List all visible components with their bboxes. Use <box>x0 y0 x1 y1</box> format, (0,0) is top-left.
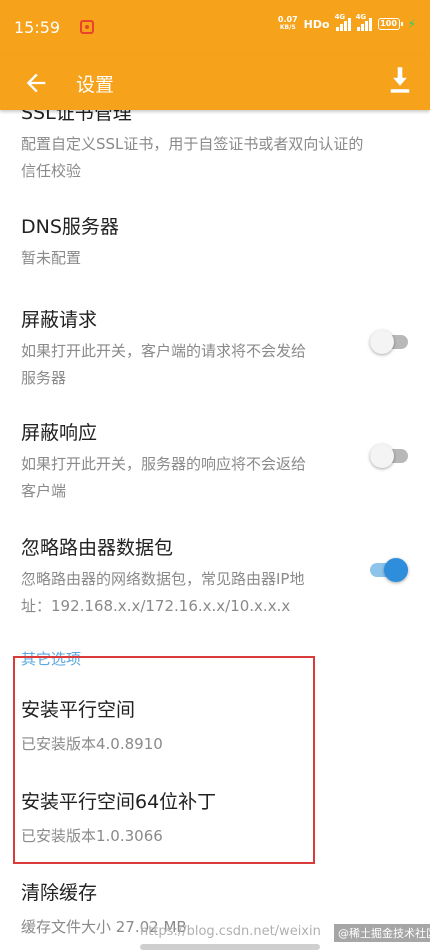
pref-block-requests[interactable]: 屏蔽请求 如果打开此开关，客户端的请求将不会发给 服务器 <box>21 305 306 392</box>
pref-summary-line: 址：192.168.x.x/172.16.x.x/10.x.x.x <box>21 597 291 615</box>
watermark-badge: @稀土掘金技术社区 <box>334 924 430 942</box>
switch-thumb <box>370 330 394 354</box>
page-title: 设置 <box>76 74 115 96</box>
signal-icon-2: 4G <box>356 13 372 31</box>
switch-thumb <box>370 444 394 468</box>
highlight-box <box>13 656 315 864</box>
gesture-bar[interactable] <box>140 944 320 950</box>
pref-summary-line: 忽略路由器的网络数据包，常见路由器IP地 <box>21 570 305 588</box>
battery-level: 100 <box>380 19 397 28</box>
signal-label-2: 4G <box>355 13 367 21</box>
pref-dns-server[interactable]: DNS服务器 暂未配置 <box>21 212 119 272</box>
pref-title: 清除缓存 <box>21 882 98 904</box>
pref-summary: 暂未配置 <box>21 245 119 272</box>
status-time: 15:59 <box>14 18 61 37</box>
pref-summary-line: 如果打开此开关，客户端的请求将不会发给 <box>21 342 307 360</box>
pref-summary: 如果打开此开关，客户端的请求将不会发给 服务器 <box>21 338 306 392</box>
pref-summary: 忽略路由器的网络数据包，常见路由器IP地 址：192.168.x.x/172.1… <box>21 566 304 620</box>
signal-label-1: 4G <box>334 13 346 21</box>
battery-icon: 100 <box>377 18 403 30</box>
hd-label: HDo <box>303 17 330 31</box>
watermark-url: https://blog.csdn.net/weixin <box>140 924 321 939</box>
pref-title: 忽略路由器数据包 <box>21 537 174 559</box>
pref-title: SSL证书管理 <box>21 110 132 124</box>
pref-summary: 配置自定义SSL证书，用于自签证书或者双向认证的 信任校验 <box>21 131 363 185</box>
arrow-back-icon[interactable] <box>22 69 50 97</box>
ignore-router-packets-switch[interactable] <box>370 557 408 583</box>
pref-summary: 如果打开此开关，服务器的响应将不会返给 客户端 <box>21 451 306 505</box>
notification-icon <box>80 20 94 34</box>
pref-title: 屏蔽请求 <box>21 309 98 331</box>
charging-icon: ⚡ <box>407 17 416 31</box>
app-toolbar: 设置 <box>0 56 430 110</box>
network-speed-value: 0.07 <box>277 15 298 24</box>
network-speed: 0.07 KB/S <box>278 16 298 32</box>
pref-summary-line: 服务器 <box>21 369 67 387</box>
pref-summary-line: 如果打开此开关，服务器的响应将不会返给 <box>21 455 307 473</box>
pref-summary-line: 信任校验 <box>21 162 82 180</box>
pref-title: 屏蔽响应 <box>21 422 98 444</box>
block-responses-switch[interactable] <box>370 443 408 469</box>
pref-ssl-certificates[interactable]: SSL证书管理 配置自定义SSL证书，用于自签证书或者双向认证的 信任校验 <box>21 110 363 185</box>
pref-ignore-router-packets[interactable]: 忽略路由器数据包 忽略路由器的网络数据包，常见路由器IP地 址：192.168.… <box>21 533 304 620</box>
status-bar: 15:59 0.07 KB/S HDo 4G 4G 100 ⚡ <box>0 0 430 56</box>
signal-icon-1: 4G <box>335 13 351 31</box>
block-requests-switch[interactable] <box>370 329 408 355</box>
pref-title: DNS服务器 <box>21 216 119 238</box>
pref-block-responses[interactable]: 屏蔽响应 如果打开此开关，服务器的响应将不会返给 客户端 <box>21 418 306 505</box>
pref-summary-line: 配置自定义SSL证书，用于自签证书或者双向认证的 <box>21 135 364 153</box>
switch-thumb <box>384 558 408 582</box>
download-icon[interactable] <box>386 65 414 95</box>
pref-summary-line: 客户端 <box>21 482 67 500</box>
pref-summary-line: 暂未配置 <box>21 249 82 267</box>
status-indicators: 0.07 KB/S HDo 4G 4G 100 ⚡ <box>278 13 416 32</box>
network-speed-unit: KB/S <box>279 24 296 31</box>
